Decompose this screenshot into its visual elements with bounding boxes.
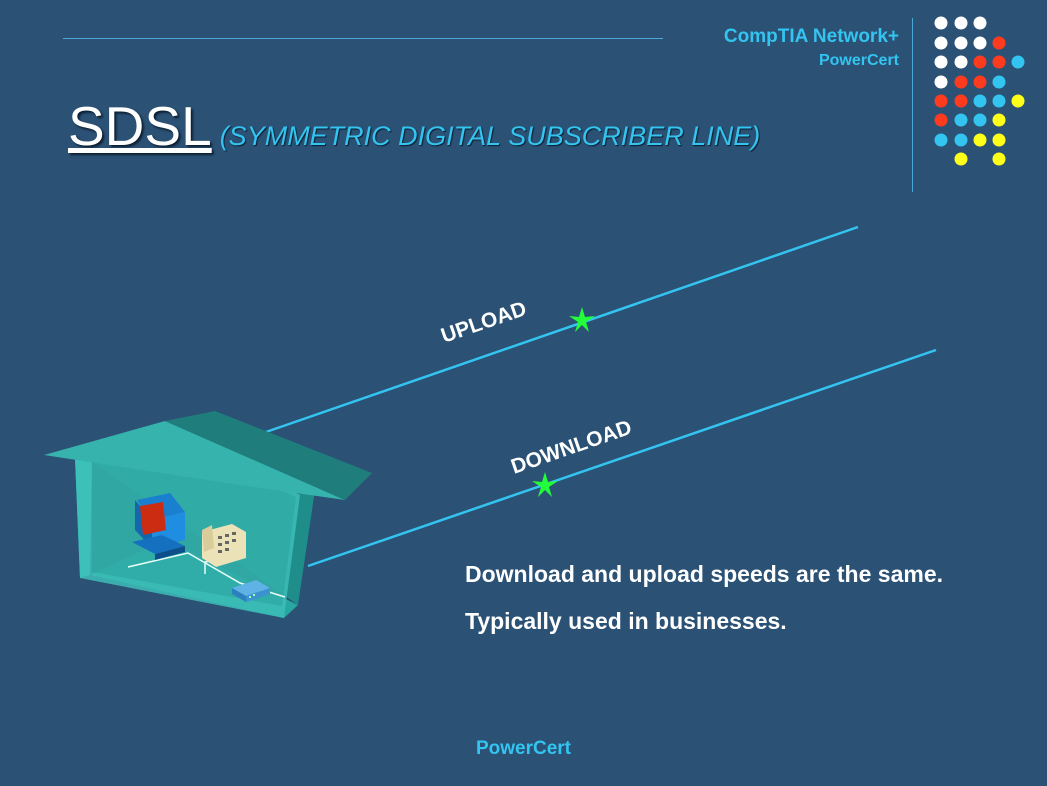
slide: CompTIA Network+ PowerCert SDSL (SYMMETR… [0,0,1047,786]
sdsl-diagram: UPLOAD DOWNLOAD [44,225,937,618]
slide-body: Download and upload speeds are the same.… [465,559,945,653]
download-star-icon [532,472,558,497]
download-line [307,348,937,568]
footer-brand: PowerCert [475,738,572,759]
bullet-usage: Typically used in businesses. [465,608,787,634]
upload-label: UPLOAD [438,297,529,348]
house-icon [44,411,372,618]
upload-line [265,225,859,434]
download-label: DOWNLOAD [508,416,635,479]
bullet-speeds: Download and upload speeds are the same. [465,561,944,587]
